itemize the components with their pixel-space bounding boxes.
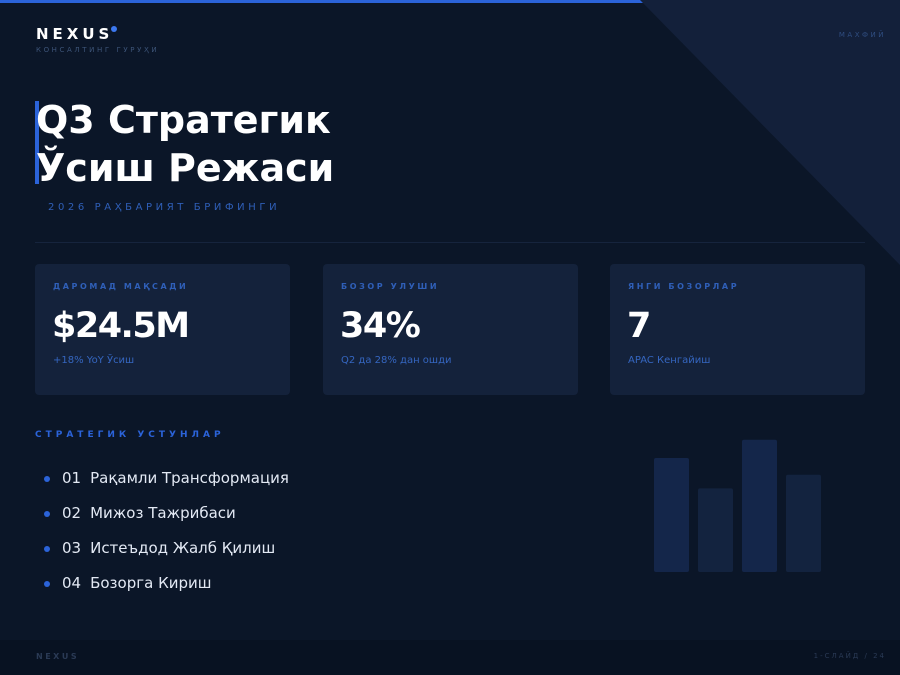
pillar-item: 01 Рақамли Трансформация <box>44 460 289 495</box>
kpi-value: 7 <box>627 306 651 346</box>
decor-bar <box>698 488 733 572</box>
bullet-dot-icon <box>44 545 50 552</box>
pillar-number: 01 <box>62 468 82 487</box>
pillar-item: 02 Мижоз Тажрибаси <box>44 495 289 530</box>
page-subtitle: 2026 РАҲБАРИЯТ БРИФИНГИ <box>48 202 281 213</box>
page-title: Q3 Стратегик Ўсиш Режаси <box>36 96 334 192</box>
footer-brand: NEXUS <box>36 652 80 661</box>
pillars-list: 01 Рақамли Трансформация 02 Мижоз Тажриб… <box>44 460 289 600</box>
kpi-card-new-markets: ЯНГИ БОЗОРЛАР 7 APAC Кенгайиш <box>610 264 865 395</box>
kpi-note: +18% YoY Ўсиш <box>53 355 135 366</box>
bullet-dot-icon <box>44 580 50 587</box>
pillar-label: Бозорга Кириш <box>90 573 212 592</box>
pillar-number: 03 <box>62 538 82 557</box>
kpi-label: ДАРОМАД МАҚСАДИ <box>53 282 189 291</box>
decor-bar <box>742 439 777 572</box>
pillar-label: Рақамли Трансформация <box>90 468 289 487</box>
footer: NEXUS 1-СЛАЙД / 24 <box>0 640 900 675</box>
kpi-label: ЯНГИ БОЗОРЛАР <box>628 282 740 291</box>
bullet-dot-icon <box>44 510 50 517</box>
pillars-heading: СТРАТЕГИК УСТУНЛАР <box>35 430 225 440</box>
top-accent-bar <box>0 0 900 3</box>
pillar-number: 04 <box>62 573 82 592</box>
pillar-number: 02 <box>62 503 82 522</box>
kpi-label: БОЗОР УЛУШИ <box>341 282 440 291</box>
pillar-label: Истеъдод Жалб Қилиш <box>90 538 276 557</box>
kpi-value: $24.5M <box>52 306 190 346</box>
confidential-label: МАХФИЙ <box>838 31 886 39</box>
pillar-item: 04 Бозорга Кириш <box>44 565 289 600</box>
logo-dot-icon <box>111 26 118 32</box>
section-divider <box>35 242 865 243</box>
bullet-dot-icon <box>44 475 50 482</box>
kpi-card-market-share: БОЗОР УЛУШИ 34% Q2 да 28% дан ошди <box>323 264 578 395</box>
kpi-value: 34% <box>340 306 421 346</box>
slide: NEXUS КОНСАЛТИНГ ГУРУҲИ МАХФИЙ Q3 Страте… <box>0 0 900 675</box>
kpi-card-revenue: ДАРОМАД МАҚСАДИ $24.5M +18% YoY Ўсиш <box>35 264 290 395</box>
logo-wordmark: NEXUS <box>36 25 114 43</box>
slide-number: 1-СЛАЙД / 24 <box>813 652 886 660</box>
decorative-bar-graphic <box>654 439 821 572</box>
kpi-note: APAC Кенгайиш <box>628 355 711 366</box>
decor-bar <box>654 458 689 572</box>
kpi-note: Q2 да 28% дан ошди <box>341 355 452 366</box>
pillar-item: 03 Истеъдод Жалб Қилиш <box>44 530 289 565</box>
decor-bar <box>786 474 821 572</box>
pillar-label: Мижоз Тажрибаси <box>90 503 236 522</box>
logo: NEXUS КОНСАЛТИНГ ГУРУҲИ <box>36 24 159 54</box>
title-line-1: Q3 Стратегик <box>36 98 331 142</box>
logo-tagline: КОНСАЛТИНГ ГУРУҲИ <box>36 46 160 54</box>
title-line-2: Ўсиш Режаси <box>36 146 335 190</box>
